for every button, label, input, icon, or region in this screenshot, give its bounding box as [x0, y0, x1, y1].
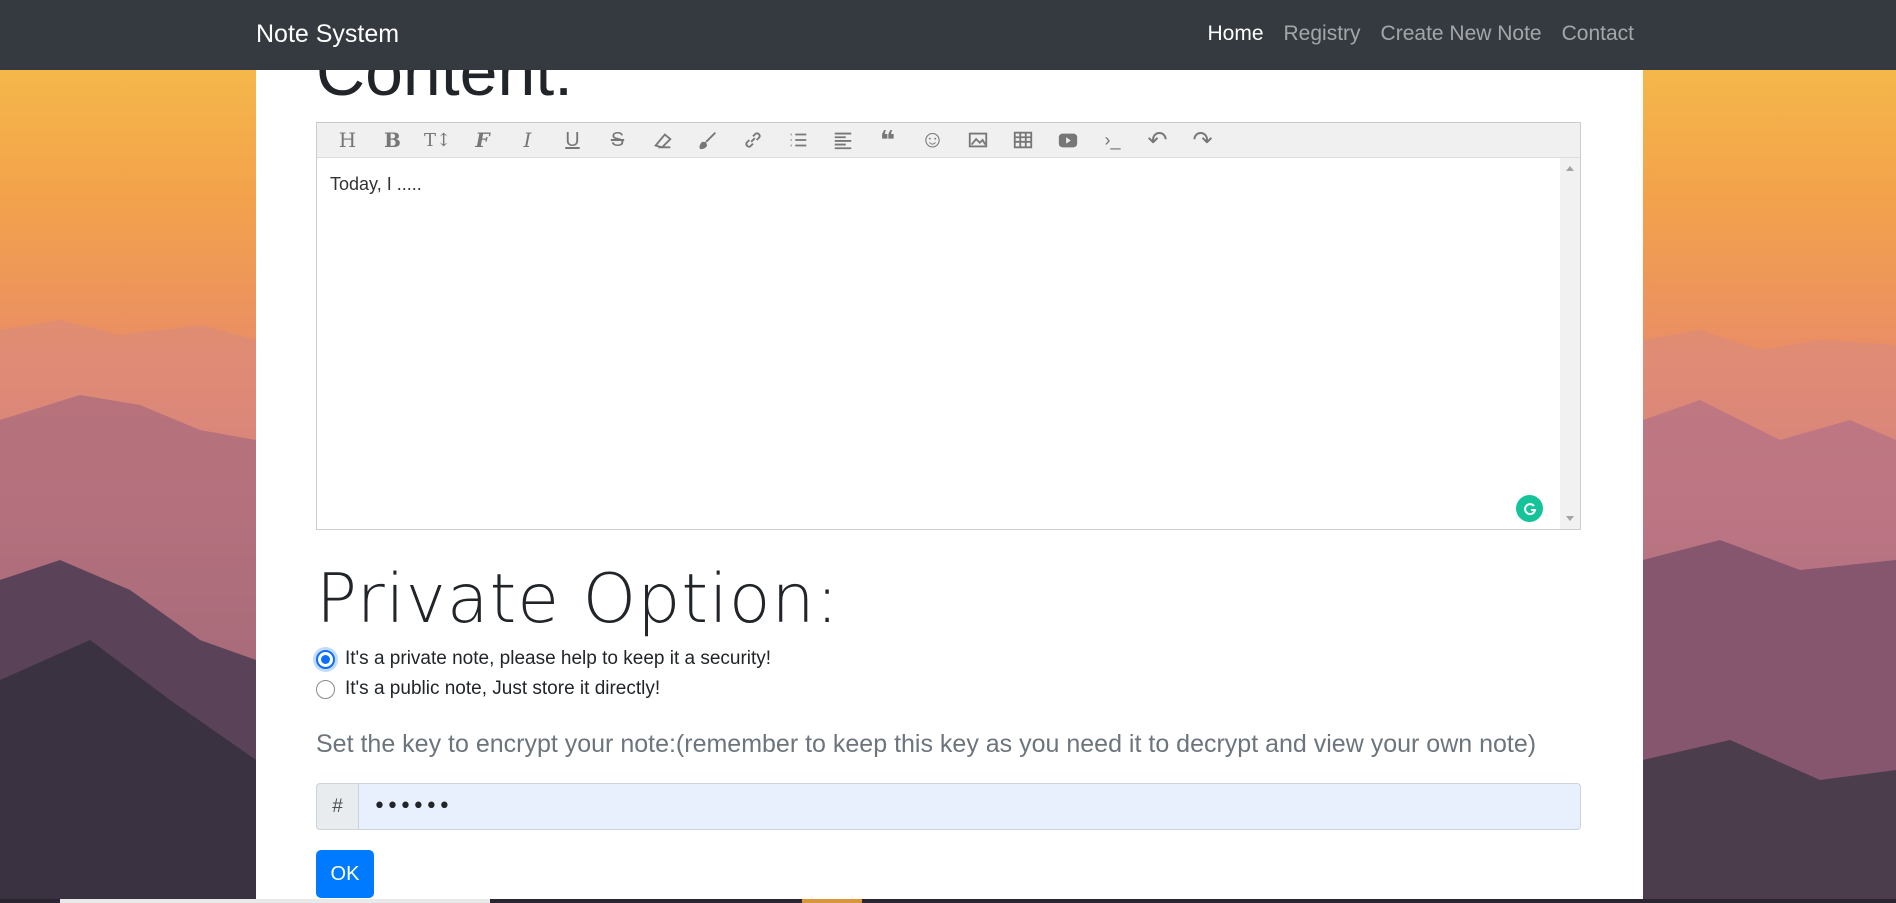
editor-toolbar: H B T↕ F I U S ❝ ☺ ›_ ↶ ↷: [317, 123, 1580, 158]
encrypt-key-group: #: [316, 783, 1581, 830]
bold-icon[interactable]: B: [370, 123, 415, 157]
private-radio[interactable]: [316, 649, 335, 669]
text-size-icon[interactable]: T↕: [415, 123, 460, 157]
encrypt-key-input[interactable]: [358, 783, 1581, 830]
private-note-option[interactable]: It's a private note, please help to keep…: [316, 648, 771, 670]
italic-icon[interactable]: I: [505, 123, 550, 157]
editor-scrollbar[interactable]: [1560, 158, 1580, 529]
nav-registry[interactable]: Registry: [1284, 22, 1361, 46]
underline-icon[interactable]: U: [550, 123, 595, 157]
video-icon[interactable]: [1045, 123, 1090, 157]
quote-icon[interactable]: ❝: [865, 123, 910, 157]
eraser-icon[interactable]: [640, 123, 685, 157]
nav-links: Home Registry Create New Note Contact: [1207, 22, 1634, 46]
ok-button[interactable]: OK: [316, 850, 374, 898]
scroll-down-arrow-icon[interactable]: [1566, 516, 1574, 521]
public-note-option[interactable]: It's a public note, Just store it direct…: [316, 678, 660, 700]
private-option-heading: Private Option:: [316, 560, 840, 639]
nav-create-new-note[interactable]: Create New Note: [1381, 22, 1542, 46]
public-radio-label[interactable]: It's a public note, Just store it direct…: [345, 678, 660, 700]
hash-prefix: #: [316, 783, 358, 830]
table-icon[interactable]: [1000, 123, 1045, 157]
emoji-icon[interactable]: ☺: [910, 123, 955, 157]
redo-icon[interactable]: ↷: [1180, 123, 1225, 157]
encrypt-key-label: Set the key to encrypt your note:(rememb…: [316, 730, 1537, 758]
nav-home[interactable]: Home: [1207, 22, 1263, 46]
editor-textarea[interactable]: Today, I .....: [317, 158, 1560, 529]
private-radio-label[interactable]: It's a private note, please help to keep…: [345, 648, 771, 670]
public-radio[interactable]: [316, 679, 335, 699]
strikethrough-icon[interactable]: S: [595, 123, 640, 157]
nav-contact[interactable]: Contact: [1562, 22, 1634, 46]
undo-icon[interactable]: ↶: [1135, 123, 1180, 157]
font-icon[interactable]: F: [460, 123, 505, 157]
code-icon[interactable]: ›_: [1090, 123, 1135, 157]
image-icon[interactable]: [955, 123, 1000, 157]
grammarly-icon[interactable]: [1516, 495, 1543, 522]
heading-icon[interactable]: H: [325, 123, 370, 157]
main-panel: Content: H B T↕ F I U S ❝ ☺ ›_ ↶ ↷ Today…: [256, 60, 1643, 903]
link-icon[interactable]: [730, 123, 775, 157]
scroll-up-arrow-icon[interactable]: [1566, 166, 1574, 171]
brush-icon[interactable]: [685, 123, 730, 157]
bottom-taskbar-strip: [0, 899, 1896, 903]
align-icon[interactable]: [820, 123, 865, 157]
brand-link[interactable]: Note System: [256, 20, 399, 49]
list-icon[interactable]: [775, 123, 820, 157]
top-navbar: Note System Home Registry Create New Not…: [0, 0, 1896, 70]
markdown-editor: H B T↕ F I U S ❝ ☺ ›_ ↶ ↷ Today, I .....: [316, 122, 1581, 530]
